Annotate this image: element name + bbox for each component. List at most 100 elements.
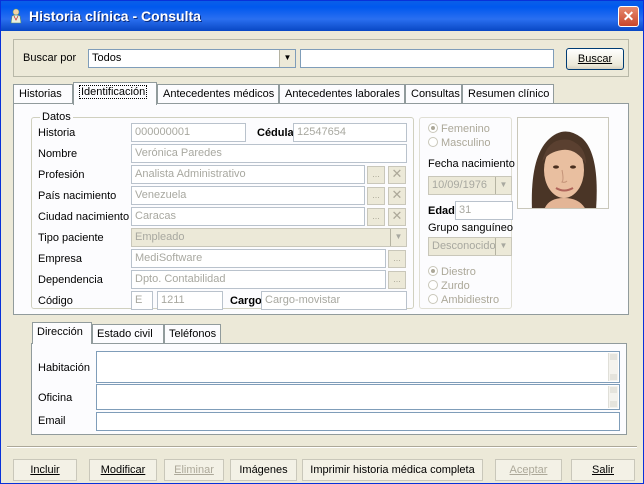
search-by-label: Buscar por	[23, 52, 77, 64]
profesion-field[interactable]: Analista Administrativo	[131, 165, 365, 184]
nombre-field[interactable]: Verónica Paredes	[131, 144, 407, 163]
codigo-prefix-field[interactable]: E	[131, 291, 153, 310]
sexo-masculino-radio[interactable]: Masculino	[428, 137, 491, 149]
radio-selected-icon	[428, 266, 438, 276]
tipo-paciente-select[interactable]: Empleado ▼	[131, 228, 407, 247]
window-title: Historia clínica - Consulta	[29, 8, 201, 24]
ciudad-label: Ciudad nacimiento	[38, 211, 130, 223]
ciudad-lookup-button[interactable]: ...	[367, 208, 385, 226]
codigo-field[interactable]: 1211	[157, 291, 223, 310]
email-field[interactable]	[96, 412, 620, 431]
close-button[interactable]: ✕	[618, 6, 639, 27]
historia-field[interactable]: 000000001	[131, 123, 246, 142]
tab-estado-civil[interactable]: Estado civil	[92, 324, 164, 344]
dependencia-lookup-button[interactable]: ...	[388, 271, 406, 289]
ciudad-clear-icon[interactable]: ✕	[388, 208, 406, 226]
grupo-sanguineo-select[interactable]: Desconocido ▼	[428, 237, 512, 256]
fecha-nacimiento-value: 10/09/1976	[432, 179, 488, 191]
incluir-button[interactable]: Incluir	[13, 459, 77, 481]
fecha-nacimiento-field[interactable]: 10/09/1976 ▼	[428, 176, 512, 195]
cargo-field[interactable]: Cargo-movistar	[261, 291, 407, 310]
lateralidad-ambidiestro-label: Ambidiestro	[441, 294, 500, 306]
incluir-label: Incluir	[30, 464, 60, 476]
fecha-nacimiento-label: Fecha nacimiento	[428, 158, 515, 170]
search-input[interactable]	[300, 49, 554, 68]
tab-historias[interactable]: Historias	[13, 84, 73, 104]
radio-selected-icon	[428, 123, 438, 133]
pais-lookup-button[interactable]: ...	[367, 187, 385, 205]
patient-photo	[517, 117, 609, 209]
tipo-paciente-value: Empleado	[135, 231, 185, 243]
dependencia-field[interactable]: Dpto. Contabilidad	[131, 270, 386, 289]
tab-telefonos[interactable]: Teléfonos	[164, 324, 221, 344]
grupo-sanguineo-label: Grupo sanguíneo	[428, 222, 514, 234]
chevron-down-icon[interactable]: ▼	[495, 238, 511, 255]
imagenes-button[interactable]: Imágenes	[230, 459, 297, 481]
email-label: Email	[38, 415, 66, 427]
radio-icon	[428, 137, 438, 147]
profesion-label: Profesión	[38, 169, 85, 181]
modificar-label: Modificar	[100, 464, 146, 476]
cargo-label: Cargo	[230, 295, 262, 307]
historia-label: Historia	[38, 127, 76, 139]
empresa-label: Empresa	[38, 253, 83, 265]
doctor-icon	[10, 8, 22, 24]
oficina-textarea[interactable]	[96, 384, 620, 410]
sexo-femenino-label: Femenino	[441, 123, 490, 135]
empresa-lookup-button[interactable]: ...	[388, 250, 406, 268]
tab-consultas[interactable]: Consultas	[405, 84, 462, 104]
tab-resumen-clinico[interactable]: Resumen clínico	[462, 84, 554, 104]
chevron-down-icon[interactable]: ▼	[390, 229, 406, 246]
radio-icon	[428, 280, 438, 290]
aceptar-button[interactable]: Aceptar	[495, 459, 562, 481]
tipo-paciente-label: Tipo paciente	[38, 232, 104, 244]
pais-field[interactable]: Venezuela	[131, 186, 365, 205]
sexo-femenino-radio[interactable]: Femenino	[428, 123, 490, 135]
tab-identificacion-label: Identificación	[79, 85, 148, 99]
consulta-window: Historia clínica - Consulta ✕ Buscar por…	[0, 0, 644, 484]
salir-button[interactable]: Salir	[571, 459, 635, 481]
lateralidad-zurdo-radio[interactable]: Zurdo	[428, 280, 470, 292]
empresa-field[interactable]: MediSoftware	[131, 249, 386, 268]
lateralidad-diestro-radio[interactable]: Diestro	[428, 266, 476, 278]
profesion-clear-icon[interactable]: ✕	[388, 166, 406, 184]
lateralidad-zurdo-label: Zurdo	[441, 280, 470, 292]
edad-label: Edad	[428, 205, 455, 217]
cedula-label: Cédula	[257, 127, 294, 139]
lateralidad-ambidiestro-radio[interactable]: Ambidiestro	[428, 294, 499, 306]
tab-antecedentes-laborales[interactable]: Antecedentes laborales	[279, 84, 405, 104]
nombre-label: Nombre	[38, 148, 78, 160]
radio-icon	[428, 294, 438, 304]
search-panel: Buscar por Todos ▼ Buscar	[13, 39, 629, 77]
grupo-sanguineo-value: Desconocido	[432, 240, 496, 252]
pais-label: País nacimiento	[38, 190, 117, 202]
oficina-scrollbar[interactable]	[608, 386, 618, 408]
ciudad-field[interactable]: Caracas	[131, 207, 365, 226]
search-button-label: Buscar	[577, 53, 613, 65]
eliminar-label: Eliminar	[174, 464, 214, 476]
search-field-select[interactable]: Todos ▼	[88, 49, 296, 68]
imprimir-historia-button[interactable]: Imprimir historia médica completa	[302, 459, 483, 481]
tab-direccion[interactable]: Dirección	[32, 322, 92, 344]
edad-field[interactable]: 31	[455, 201, 513, 220]
chevron-down-icon[interactable]: ▼	[495, 177, 511, 194]
salir-label: Salir	[591, 464, 614, 476]
oficina-label: Oficina	[38, 392, 73, 404]
eliminar-button[interactable]: Eliminar	[164, 459, 224, 481]
profesion-lookup-button[interactable]: ...	[367, 166, 385, 184]
search-field-value: Todos	[92, 52, 122, 64]
habitacion-scrollbar[interactable]	[608, 353, 618, 381]
tab-antecedentes-medicos[interactable]: Antecedentes médicos	[157, 84, 279, 104]
pais-clear-icon[interactable]: ✕	[388, 187, 406, 205]
habitacion-textarea[interactable]	[96, 351, 620, 383]
aceptar-label: Aceptar	[509, 464, 548, 476]
chevron-down-icon[interactable]: ▼	[279, 50, 295, 67]
codigo-label: Código	[38, 295, 73, 307]
lateralidad-diestro-label: Diestro	[441, 266, 476, 278]
cedula-field[interactable]: 12547654	[293, 123, 407, 142]
tab-identificacion[interactable]: Identificación	[73, 82, 157, 105]
title-bar[interactable]: Historia clínica - Consulta ✕	[1, 1, 643, 31]
search-button[interactable]: Buscar	[566, 48, 624, 70]
modificar-button[interactable]: Modificar	[89, 459, 157, 481]
patient-portrait-image	[518, 118, 608, 208]
